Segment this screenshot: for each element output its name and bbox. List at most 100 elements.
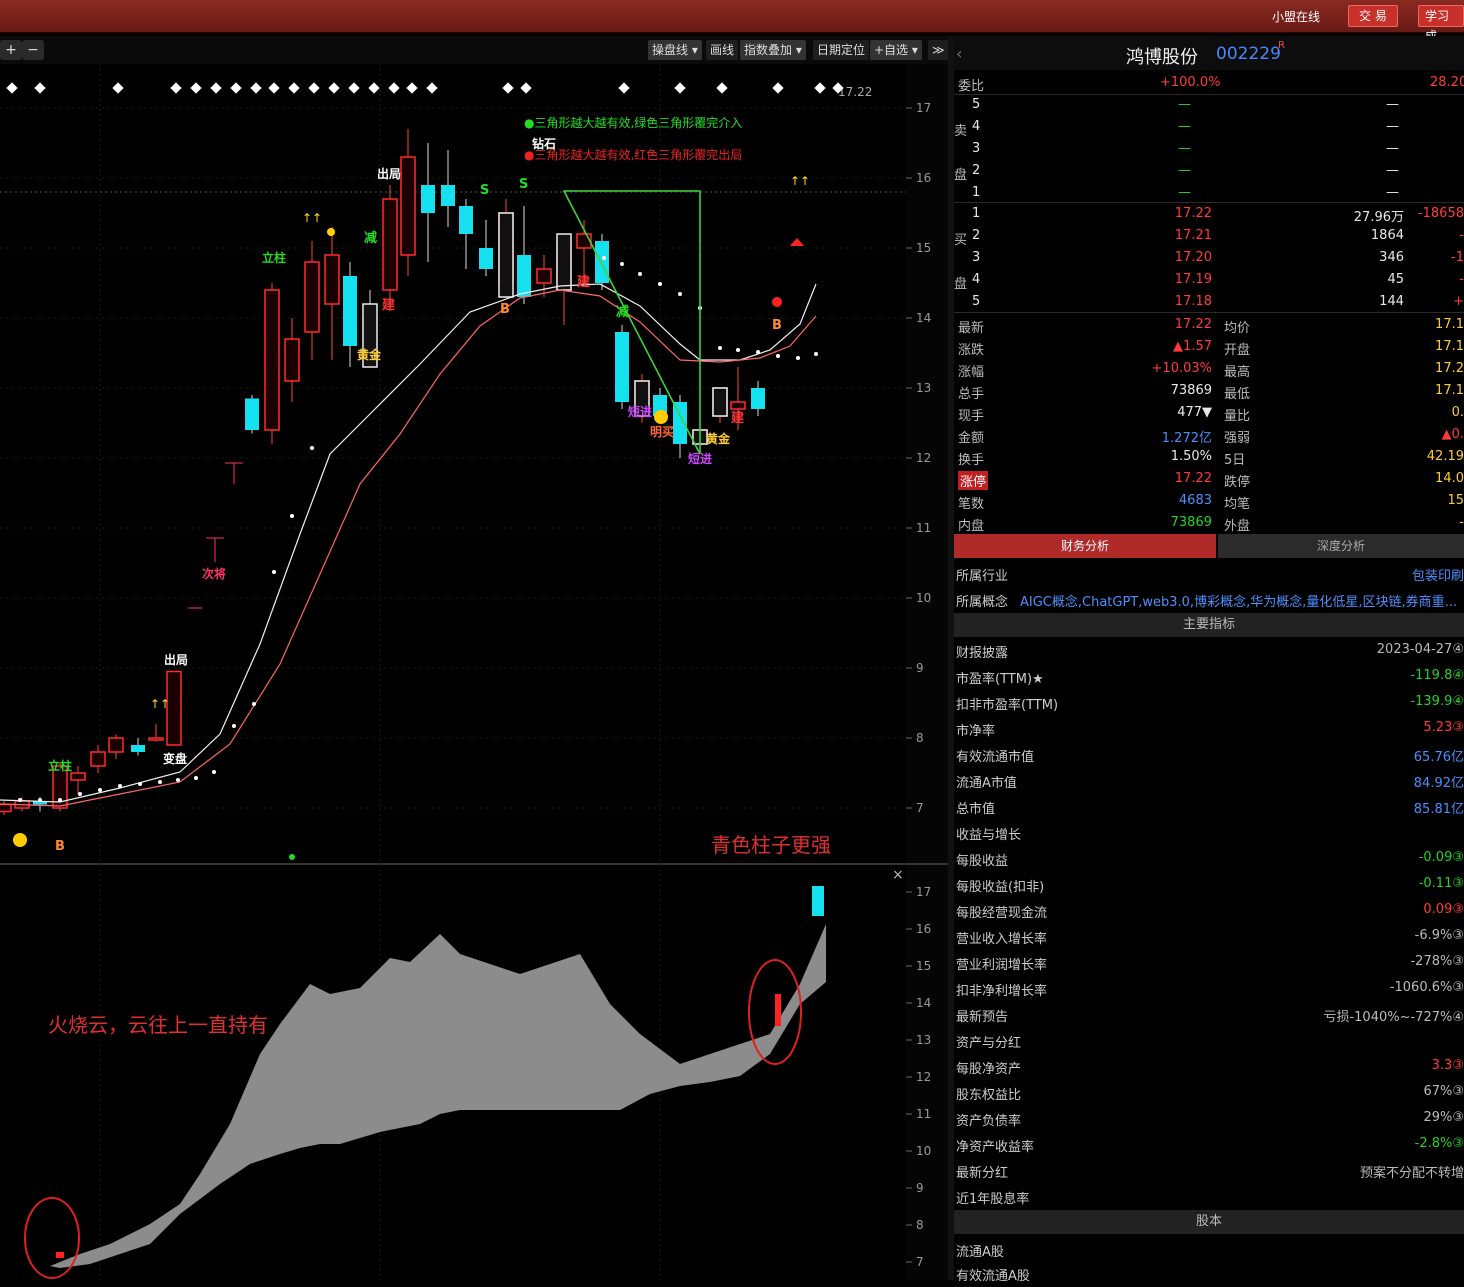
current-price-label: 17.22 xyxy=(838,85,872,99)
level-label: 4 xyxy=(972,119,981,134)
candle-body xyxy=(730,401,746,410)
index-overlay-dropdown[interactable]: 指数叠加 ▾ xyxy=(740,40,806,60)
tab-financial-analysis[interactable]: 财务分析 xyxy=(954,534,1216,558)
stat-row: 涨跌 ▲1.57 开盘 17.1 xyxy=(954,336,1464,358)
y-tick-label: 13 xyxy=(916,381,931,395)
financial-row: 营业利润增长率 -278%③ xyxy=(954,950,1464,976)
chart-annotation: S xyxy=(519,177,528,192)
separator xyxy=(954,312,1464,313)
stat-value: 17.1 xyxy=(1435,339,1464,354)
financial-row: 每股收益 -0.09③ xyxy=(954,846,1464,872)
chevron-left-icon[interactable]: ‹ xyxy=(956,44,962,63)
main-indicators-header[interactable]: 主要指标 xyxy=(954,613,1464,637)
stat-row: 内盘 73869 外盘 - xyxy=(954,512,1464,534)
tab-deep-analysis[interactable]: 深度分析 xyxy=(1218,534,1464,558)
level-change: - xyxy=(1459,272,1464,287)
level-price: — xyxy=(1178,97,1191,112)
level-volume: 27.96万 xyxy=(1353,210,1404,225)
zoom-in-button[interactable]: + xyxy=(0,40,22,60)
trade-button[interactable]: 交 易 xyxy=(1348,5,1398,27)
financial-value: -0.09③ xyxy=(1418,850,1464,865)
capital-label: 有效流通A股 xyxy=(956,1269,1030,1284)
stat-label: 外盘 xyxy=(1224,519,1251,534)
candle-body xyxy=(343,276,357,346)
sell-level-row: 4 — — xyxy=(954,116,1464,138)
main-pane-bg xyxy=(0,64,906,864)
buy-level-row: 1 17.22 27.96万 -18658 xyxy=(954,203,1464,225)
sar-dot xyxy=(194,776,198,780)
y-tick-label: 17 xyxy=(916,101,931,115)
financial-row: 市盈率(TTM)★ -119.8④ xyxy=(954,664,1464,690)
stat-label: 涨跌 xyxy=(958,343,985,358)
industry-value[interactable]: 包装印刷 xyxy=(1412,565,1464,584)
sar-dot xyxy=(658,282,662,286)
stat-label: 内盘 xyxy=(958,519,985,534)
level-price: — xyxy=(1178,141,1191,156)
chart-annotation: 短进 xyxy=(688,451,712,466)
sell-level-row: 1 — — xyxy=(954,182,1464,204)
add-watchlist-dropdown[interactable]: +自选 ▾ xyxy=(870,40,922,60)
stat-label: 均价 xyxy=(1224,321,1251,336)
stat-value: - xyxy=(1459,515,1464,530)
y-tick-label: 12 xyxy=(916,451,931,465)
financial-label: 有效流通市值 xyxy=(956,750,1035,765)
level-price: — xyxy=(1178,119,1191,134)
date-locate-button[interactable]: 日期定位 xyxy=(813,40,870,60)
financial-label: 资产负债率 xyxy=(956,1114,1022,1129)
chart-annotation: 出局 xyxy=(377,166,401,181)
zoom-out-button[interactable]: − xyxy=(22,40,44,60)
level-label: 4 xyxy=(972,272,981,287)
financial-row: 每股收益(扣非) -0.11③ xyxy=(954,872,1464,898)
learn-button[interactable]: 学习成 xyxy=(1418,5,1464,43)
operate-line-dropdown[interactable]: 操盘线 ▾ xyxy=(648,40,702,60)
y-tick-label: 9 xyxy=(916,661,924,675)
chart-annotation: B xyxy=(55,839,65,854)
financial-label: 近1年股息率 xyxy=(956,1192,1030,1207)
financial-label: 财报披露 xyxy=(956,646,1009,661)
stat-label: 笔数 xyxy=(958,497,985,512)
level-price: — xyxy=(1178,163,1191,178)
stock-code: 002229 xyxy=(1216,44,1281,64)
candle-body xyxy=(459,206,473,234)
y-tick-label: 7 xyxy=(916,801,924,815)
concept-value[interactable]: AIGC概念,ChatGPT,web3.0,博彩概念,华为概念,量化低星,区块链… xyxy=(1020,591,1464,610)
y-tick-label: 10 xyxy=(916,1144,931,1158)
y-tick-label: 9 xyxy=(916,1181,924,1195)
capital-header[interactable]: 股本 xyxy=(954,1210,1464,1234)
financial-row: 资产与分红 xyxy=(954,1028,1464,1054)
chart-annotation: 黄金 xyxy=(357,347,382,362)
level-volume: — xyxy=(1386,185,1399,200)
y-tick-label: 11 xyxy=(916,1107,931,1121)
level-label: 1 xyxy=(972,206,981,221)
financial-row: 每股经营现金流 0.09③ xyxy=(954,898,1464,924)
stat-label: 均笔 xyxy=(1224,497,1251,512)
industry-row: 所属行业 包装印刷 xyxy=(954,562,1464,584)
level-volume: 45 xyxy=(1387,272,1404,287)
concept-label: 所属概念 xyxy=(956,595,1009,610)
stat-row: 涨幅 +10.03% 最高 17.2 xyxy=(954,358,1464,380)
candle-body-hollow xyxy=(712,387,728,417)
y-tick-label: 8 xyxy=(916,731,924,745)
financial-row: 近1年股息率 xyxy=(954,1184,1464,1210)
chart-annotation: B xyxy=(772,318,782,333)
industry-label: 所属行业 xyxy=(956,569,1009,584)
stat-row: 涨停 17.22 跌停 14.0 xyxy=(954,468,1464,490)
kline-chart[interactable]: × 17 16 15 14 13 12 11 10 9 8 7 17 16 15 14 13 12 11 10 9 8 7 1… xyxy=(0,64,948,1280)
stat-value: 73869 xyxy=(1170,383,1212,398)
level-label: 2 xyxy=(972,163,981,178)
financial-value: 65.76亿 xyxy=(1413,750,1464,765)
candle-body xyxy=(70,772,86,781)
draw-line-button[interactable]: 画线 xyxy=(706,40,739,60)
level-price: 17.22 xyxy=(1174,206,1212,221)
candle-body xyxy=(517,255,531,297)
stat-value: 477▼ xyxy=(1177,405,1212,420)
financial-row: 净资产收益率 -2.8%③ xyxy=(954,1132,1464,1158)
chart-annotation: 立柱 xyxy=(48,758,72,773)
chart-annotation: 减 xyxy=(616,304,629,320)
collapse-panel-button[interactable]: ≫ xyxy=(928,40,949,60)
legend-text: ●三角形越大越有效,红色三角形覆完出局 xyxy=(524,147,742,162)
financial-label: 每股收益 xyxy=(956,854,1009,869)
top-title-bar: 小盟在线 交 易 学习成 xyxy=(0,0,1464,43)
stat-label: 强弱 xyxy=(1224,431,1251,446)
financial-label: 每股经营现金流 xyxy=(956,906,1048,921)
